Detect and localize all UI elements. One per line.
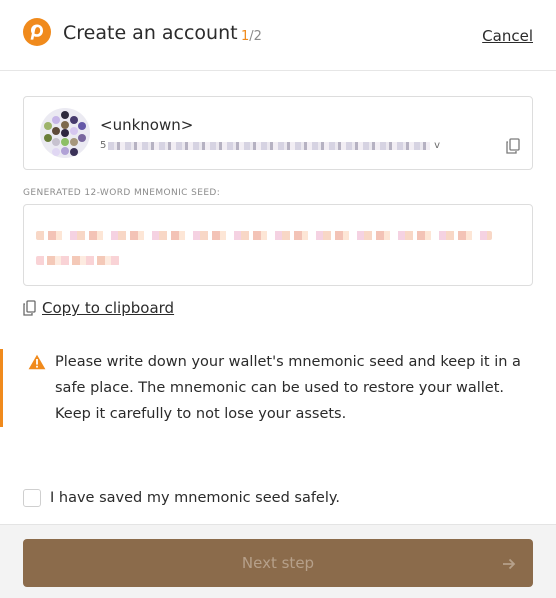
warning-text: Please write down your wallet's mnemonic… [55, 354, 521, 422]
arrow-right-icon [502, 556, 516, 570]
next-step-label: Next step [241, 554, 315, 572]
account-name: <unknown> [100, 116, 194, 134]
warning-callout: Please write down your wallet's mnemonic… [0, 349, 556, 427]
footer: Next step [0, 524, 556, 598]
copy-address-icon[interactable] [506, 138, 520, 154]
confirm-saved-row[interactable]: I have saved my mnemonic seed safely. [23, 489, 340, 507]
account-identicon [40, 108, 90, 158]
copy-to-clipboard-label: Copy to clipboard [42, 299, 175, 317]
header: Create an account 1/2 Cancel [0, 0, 556, 71]
account-address: 5 v [100, 139, 440, 153]
mnemonic-seed-box [23, 204, 533, 286]
account-card: <unknown> 5 v [23, 96, 533, 170]
seed-obscured-line-1 [36, 231, 492, 240]
confirm-saved-label: I have saved my mnemonic seed safely. [50, 490, 340, 506]
warning-triangle-icon [28, 354, 46, 370]
seed-obscured-line-2 [36, 256, 120, 265]
confirm-saved-checkbox[interactable] [23, 489, 41, 507]
address-obscured [108, 142, 430, 150]
step-total: /2 [249, 29, 262, 44]
seed-label: GENERATED 12-WORD MNEMONIC SEED: [23, 188, 221, 198]
address-first-char: 5 [100, 140, 107, 151]
copy-icon [23, 300, 36, 316]
address-last-char: v [434, 140, 440, 151]
copy-to-clipboard-button[interactable]: Copy to clipboard [23, 299, 174, 317]
page-title: Create an account [63, 22, 238, 44]
step-indicator: 1/2 [241, 29, 262, 44]
next-step-button[interactable]: Next step [23, 539, 533, 587]
cancel-link[interactable]: Cancel [482, 27, 533, 45]
polkadot-logo-icon [23, 18, 51, 46]
